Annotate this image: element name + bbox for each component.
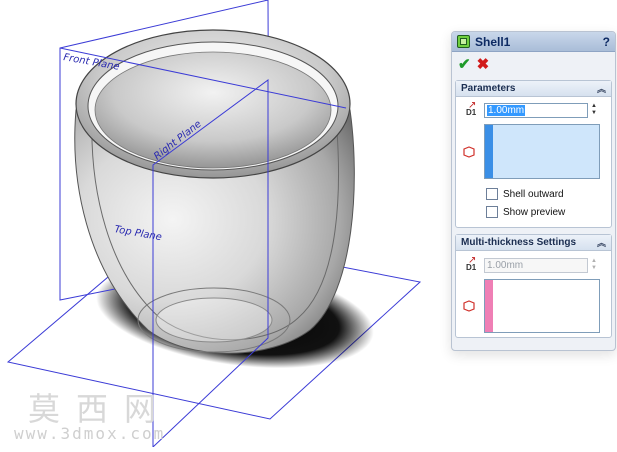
model-view: Front Plane Right Plane Top Plane — [6, 0, 422, 449]
thickness-spinner[interactable]: ▲ ▼ — [590, 103, 598, 117]
thickness-input[interactable]: 1.00mm — [484, 102, 588, 118]
cancel-button[interactable]: ✖ — [477, 55, 490, 73]
multi-thickness-header[interactable]: Multi-thickness Settings ︽ — [456, 235, 611, 251]
multi-thickness-input[interactable]: 1.00mm — [484, 257, 588, 273]
faces-row — [456, 124, 611, 179]
multi-thickness-row: ↗ D1 1.00mm ▲ ▼ — [456, 255, 611, 274]
multi-faces-row — [456, 279, 611, 333]
spin-up-icon: ▲ — [591, 258, 597, 264]
shell-property-manager: Shell1 ? ✔ ✖ Parameters ︽ ↗ D1 1.00mm ▲ ▼ — [451, 31, 616, 351]
parameters-header-label: Parameters — [461, 83, 516, 94]
multi-thickness-group: Multi-thickness Settings ︽ ↗ D1 1.00mm ▲ ▼ — [455, 234, 612, 338]
panel-titlebar: Shell1 ? — [452, 32, 615, 52]
spin-down-icon: ▼ — [591, 110, 597, 116]
spin-down-icon: ▼ — [591, 265, 597, 271]
ok-button[interactable]: ✔ — [458, 55, 471, 73]
spin-up-icon: ▲ — [591, 103, 597, 109]
watermark-url: www.3dmox.com — [14, 424, 166, 443]
parameters-header[interactable]: Parameters ︽ — [456, 81, 611, 97]
shell-outward-row[interactable]: Shell outward — [456, 185, 611, 203]
show-preview-row[interactable]: Show preview — [456, 203, 611, 221]
show-preview-checkbox[interactable] — [486, 206, 498, 218]
faces-to-remove-list[interactable] — [484, 124, 600, 179]
multi-thickness-dimension-icon: ↗ D1 — [466, 255, 477, 272]
cup-opening — [94, 51, 332, 169]
multi-thickness-spinner[interactable]: ▲ ▼ — [590, 258, 598, 272]
collapse-icon[interactable]: ︽ — [597, 82, 606, 95]
collapse-icon[interactable]: ︽ — [597, 236, 606, 249]
help-button[interactable]: ? — [603, 35, 610, 49]
multi-thickness-faces-list[interactable] — [484, 279, 600, 333]
shell-outward-label: Shell outward — [503, 188, 564, 200]
action-bar: ✔ ✖ — [452, 52, 615, 76]
graphics-viewport[interactable]: Front Plane Right Plane Top Plane 莫西网 ww… — [0, 0, 445, 449]
multi-thickness-header-label: Multi-thickness Settings — [461, 237, 577, 248]
show-preview-label: Show preview — [503, 206, 566, 218]
thickness-dimension-icon: ↗ D1 — [466, 100, 477, 117]
selection-color-bar — [485, 125, 493, 178]
selection-color-bar — [485, 280, 493, 332]
cup-base-ring-inner — [155, 297, 273, 343]
multi-thickness-faces-icon — [462, 299, 484, 313]
multi-thickness-value: 1.00mm — [487, 259, 524, 271]
shell-outward-checkbox[interactable] — [486, 188, 498, 200]
thickness-row: ↗ D1 1.00mm ▲ ▼ — [456, 100, 611, 119]
shell-feature-icon — [457, 35, 470, 48]
faces-to-remove-icon — [462, 145, 484, 159]
parameters-group: Parameters ︽ ↗ D1 1.00mm ▲ ▼ Shell outwar — [455, 80, 612, 228]
thickness-value: 1.00mm — [487, 104, 526, 116]
panel-title: Shell1 — [475, 34, 511, 49]
